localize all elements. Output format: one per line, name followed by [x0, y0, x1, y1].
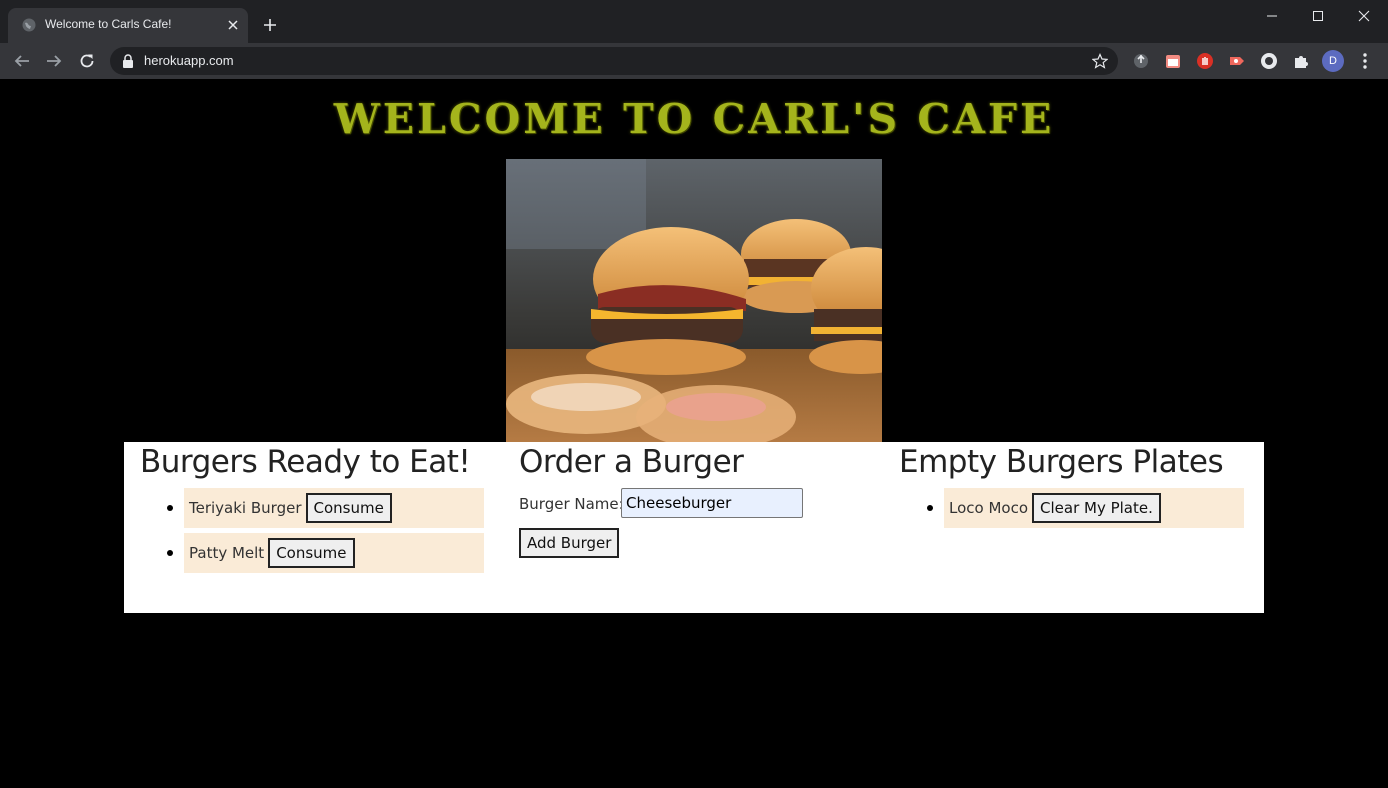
- list-item: Teriyaki Burger Consume: [167, 488, 484, 528]
- minimize-button[interactable]: [1249, 5, 1295, 27]
- list-item: Patty Melt Consume: [167, 533, 484, 573]
- tab-strip: Welcome to Carls Cafe!: [0, 0, 1388, 43]
- clear-plate-button[interactable]: Clear My Plate.: [1032, 493, 1161, 523]
- profile-avatar[interactable]: D: [1322, 50, 1344, 72]
- lock-icon: [123, 54, 133, 68]
- order-heading: Order a Burger: [519, 444, 744, 480]
- forward-arrow-icon[interactable]: [45, 52, 63, 70]
- bookmark-star-icon[interactable]: [1092, 53, 1108, 69]
- address-bar[interactable]: herokuapp.com: [110, 47, 1118, 75]
- burger-name-input[interactable]: [621, 488, 803, 518]
- close-window-button[interactable]: [1341, 5, 1387, 27]
- ready-list: Teriyaki Burger Consume Patty Melt Consu…: [167, 488, 484, 578]
- reload-icon[interactable]: [78, 52, 96, 70]
- extension-record-icon[interactable]: [1228, 52, 1246, 70]
- tab-title: Welcome to Carls Cafe!: [45, 17, 172, 31]
- minimize-icon: [1267, 15, 1277, 17]
- back-arrow-icon[interactable]: [13, 52, 31, 70]
- page-content: WELCOME TO CARL'S CAFE Burgers Ready to …: [0, 79, 1388, 788]
- burger-name-label: Burger Name:: [519, 495, 624, 513]
- extension-calendar-icon[interactable]: [1164, 52, 1182, 70]
- consume-button[interactable]: Consume: [268, 538, 355, 568]
- add-burger-button[interactable]: Add Burger: [519, 528, 620, 558]
- burger-name: Loco Moco: [949, 499, 1029, 517]
- burger-name: Teriyaki Burger: [189, 499, 302, 517]
- close-icon: [1358, 10, 1370, 22]
- ready-heading: Burgers Ready to Eat!: [140, 444, 471, 480]
- empty-column: Empty Burgers Plates: [899, 442, 1259, 480]
- url-text: herokuapp.com: [144, 53, 234, 68]
- burger-hero-image: [506, 159, 882, 442]
- extension-hand-icon[interactable]: [1196, 52, 1214, 70]
- close-tab-icon[interactable]: [227, 19, 239, 31]
- burger-name: Patty Melt: [189, 544, 265, 562]
- new-tab-icon[interactable]: [262, 17, 278, 33]
- globe-icon: [22, 18, 36, 32]
- extensions-puzzle-icon[interactable]: [1292, 52, 1310, 70]
- extension-circle-icon[interactable]: [1260, 52, 1278, 70]
- order-column: Order a Burger Burger Name: Add Burger: [519, 442, 879, 558]
- burger-panel: Burgers Ready to Eat! Teriyaki Burger Co…: [124, 442, 1264, 613]
- extension-mouse-icon[interactable]: [1132, 52, 1150, 70]
- empty-heading: Empty Burgers Plates: [899, 444, 1224, 480]
- ready-column: Burgers Ready to Eat!: [140, 442, 500, 480]
- browser-tab[interactable]: Welcome to Carls Cafe!: [8, 8, 248, 43]
- more-menu-icon[interactable]: [1358, 52, 1372, 70]
- maximize-button[interactable]: [1295, 5, 1341, 27]
- consume-button[interactable]: Consume: [305, 493, 392, 523]
- maximize-icon: [1313, 11, 1323, 21]
- page-headline: WELCOME TO CARL'S CAFE: [333, 95, 1055, 143]
- empty-list: Loco Moco Clear My Plate.: [927, 488, 1244, 533]
- list-item: Loco Moco Clear My Plate.: [927, 488, 1244, 528]
